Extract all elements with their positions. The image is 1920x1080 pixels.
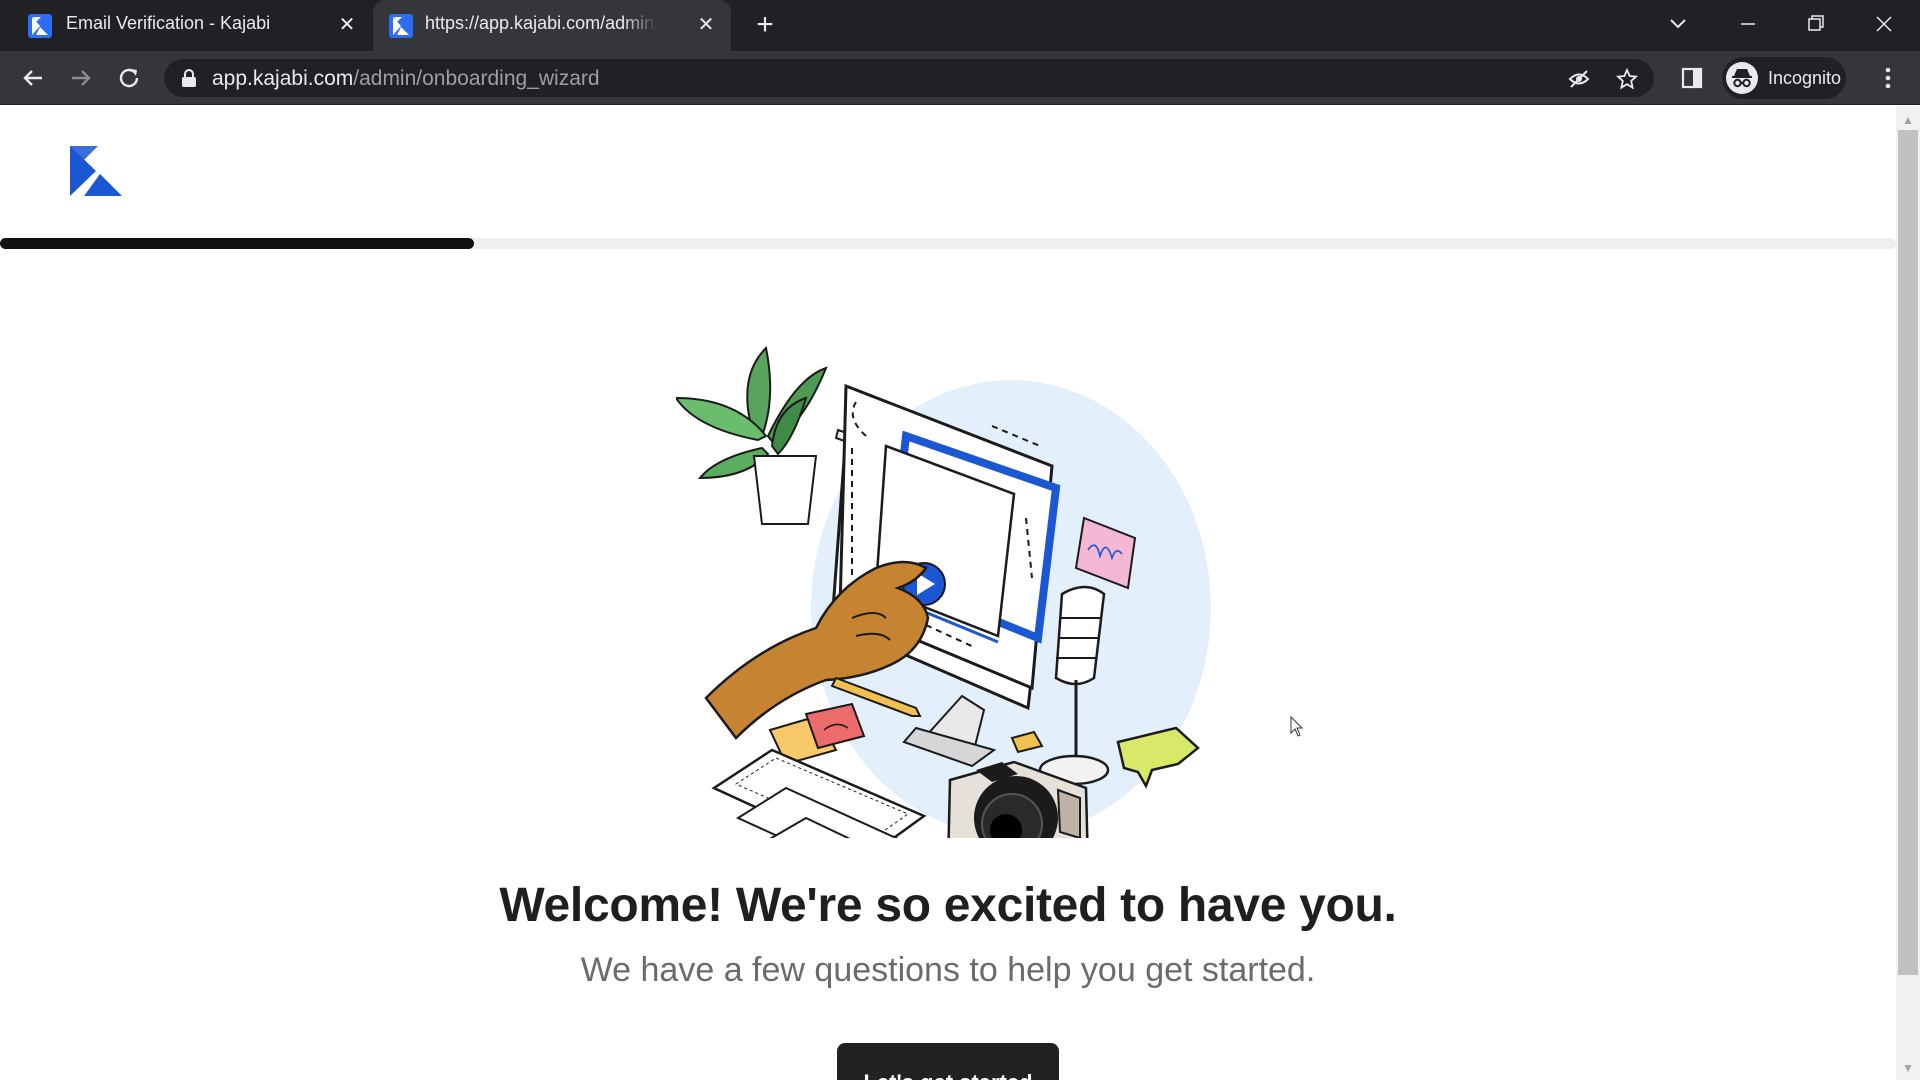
close-tab-icon[interactable]: ✕ — [695, 14, 717, 36]
incognito-label: Incognito — [1768, 68, 1842, 88]
tab-search-chevron-icon[interactable] — [1660, 8, 1696, 40]
welcome-headline: Welcome! We're so excited to have you. — [499, 879, 1397, 932]
incognito-profile-button[interactable]: Incognito — [1722, 57, 1846, 99]
lets-get-started-button[interactable]: Let's get started — [837, 1043, 1059, 1080]
kajabi-logo-icon[interactable] — [70, 146, 122, 196]
scroll-down-arrow-icon[interactable]: ▼ — [1900, 1060, 1916, 1076]
onboarding-page: Welcome! We're so excited to have you. W… — [0, 106, 1896, 1080]
close-tab-icon[interactable]: ✕ — [336, 14, 358, 36]
forward-arrow-icon[interactable] — [66, 63, 96, 93]
tab-email-verification[interactable]: Email Verification - Kajabi ✕ — [0, 0, 370, 51]
welcome-illustration — [674, 318, 1220, 896]
kajabi-favicon-icon — [28, 14, 52, 38]
kajabi-favicon-icon — [389, 14, 413, 38]
onboarding-progress-bar — [0, 238, 1896, 249]
scroll-up-arrow-icon[interactable]: ▲ — [1900, 112, 1916, 128]
side-panel-icon[interactable] — [1680, 66, 1704, 90]
progress-bar-fill — [0, 238, 474, 249]
tab-onboarding-wizard[interactable]: https://app.kajabi.com/admin/onboarding_… — [373, 0, 731, 51]
restore-window-icon[interactable] — [1798, 8, 1834, 40]
browser-menu-dots-icon[interactable] — [1876, 65, 1900, 91]
scrollbar-thumb[interactable] — [1898, 130, 1918, 975]
tab-title: Email Verification - Kajabi — [66, 13, 271, 33]
close-window-icon[interactable] — [1866, 8, 1902, 40]
tab-strip: Email Verification - Kajabi ✕ https://ap… — [0, 0, 1920, 51]
back-arrow-icon[interactable] — [18, 63, 48, 93]
bookmark-star-icon[interactable] — [1615, 67, 1639, 90]
plant-illustration — [674, 345, 828, 525]
incognito-icon — [1726, 62, 1758, 94]
address-bar[interactable]: app.kajabi.com/admin/onboarding_wizard — [164, 59, 1654, 97]
welcome-subheadline: We have a few questions to help you get … — [580, 951, 1316, 989]
reload-icon[interactable] — [114, 63, 144, 93]
browser-toolbar: app.kajabi.com/admin/onboarding_wizard I… — [0, 51, 1920, 105]
new-tab-plus-icon[interactable]: + — [750, 10, 780, 40]
mouse-cursor-icon — [1290, 715, 1304, 738]
lock-icon[interactable] — [180, 68, 198, 88]
minimize-icon[interactable] — [1730, 8, 1766, 40]
tracking-eye-off-icon[interactable] — [1568, 68, 1590, 90]
url-text[interactable]: app.kajabi.com/admin/onboarding_wizard — [212, 67, 600, 91]
tab-title: https://app.kajabi.com/admin/onboarding_… — [425, 13, 657, 33]
